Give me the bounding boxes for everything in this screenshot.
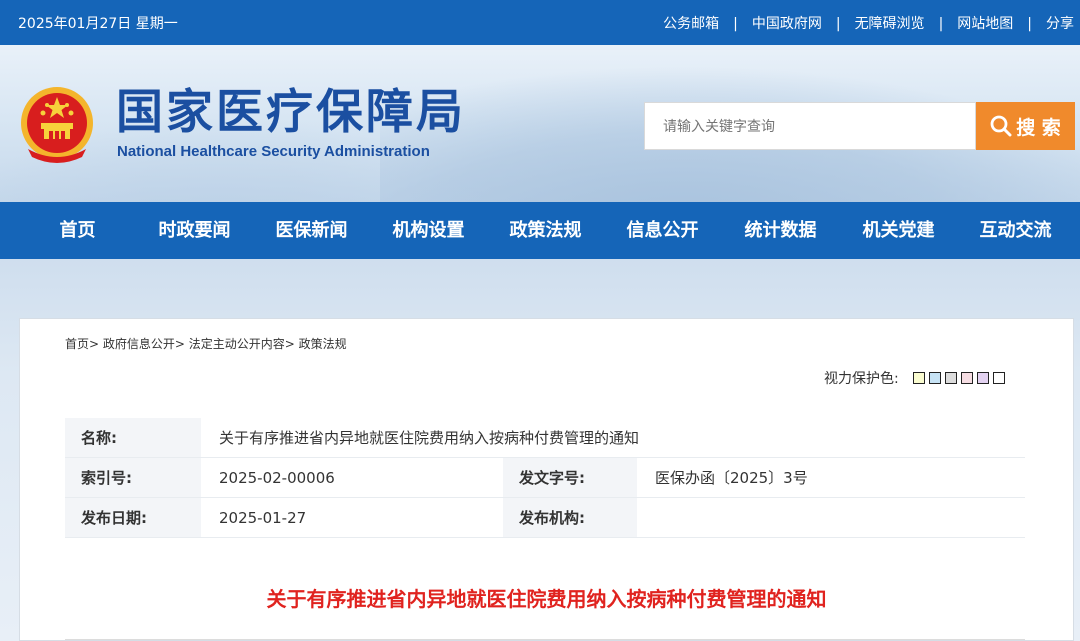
separator: | <box>1027 16 1032 32</box>
index-value: 2025-02-00006 <box>201 457 503 498</box>
search-icon <box>990 115 1012 137</box>
separator: | <box>938 16 944 32</box>
nav-policies[interactable]: 政策法规 <box>487 202 604 259</box>
link-official-email[interactable]: 公务邮箱 <box>663 16 719 32</box>
search-button[interactable]: 搜 索 <box>976 102 1075 150</box>
name-label: 名称: <box>65 418 201 458</box>
current-date: 2025年01月27日 星期一 <box>18 16 178 32</box>
swatch-gray[interactable] <box>944 372 957 384</box>
site-header: 国家医疗保障局 National Healthcare Security Adm… <box>0 45 1080 202</box>
search-button-label: 搜 索 <box>1016 116 1061 139</box>
swatch-white[interactable] <box>992 372 1005 384</box>
name-value: 关于有序推进省内异地就医住院费用纳入按病种付费管理的通知 <box>201 418 1025 458</box>
link-gov-cn[interactable]: 中国政府网 <box>752 16 822 32</box>
swatch-pink[interactable] <box>960 372 973 384</box>
color-swatches <box>912 372 1009 384</box>
nav-information-disclosure[interactable]: 信息公开 <box>604 202 721 259</box>
breadcrumb[interactable]: 首页> 政府信息公开> 法定主动公开内容> 政策法规 <box>65 335 347 352</box>
nav-healthcare-news[interactable]: 医保新闻 <box>253 202 370 259</box>
vision-protection-color: 视力保护色: <box>824 368 1009 388</box>
document-title: 关于有序推进省内异地就医住院费用纳入按病种付费管理的通知 <box>266 587 827 611</box>
vision-label: 视力保护色: <box>824 371 899 387</box>
document-info-table: 名称: 关于有序推进省内异地就医住院费用纳入按病种付费管理的通知 索引号: 20… <box>65 418 1025 538</box>
nav-home[interactable]: 首页 <box>19 202 136 259</box>
search-input[interactable] <box>645 103 965 151</box>
link-sitemap[interactable]: 网站地图 <box>957 16 1013 32</box>
site-logo-english[interactable]: National Healthcare Security Administrat… <box>117 143 430 160</box>
nav-statistics[interactable]: 统计数据 <box>722 202 839 259</box>
separator: | <box>733 16 738 32</box>
divider <box>65 639 1025 640</box>
search-box <box>644 102 976 151</box>
swatch-yellow[interactable] <box>912 372 925 384</box>
docno-value: 医保办函〔2025〕3号 <box>637 457 1025 498</box>
national-emblem-icon[interactable] <box>18 83 96 165</box>
swatch-blue[interactable] <box>928 372 941 384</box>
swatch-purple[interactable] <box>976 372 989 384</box>
date-label: 发布日期: <box>65 497 201 538</box>
link-accessibility[interactable]: 无障碍浏览 <box>855 16 925 32</box>
table-row: 名称: 关于有序推进省内异地就医住院费用纳入按病种付费管理的通知 <box>65 418 1025 458</box>
index-label: 索引号: <box>65 457 201 498</box>
table-row: 发布日期: 2025-01-27 发布机构: <box>65 497 1025 538</box>
docno-label: 发文字号: <box>503 457 637 498</box>
nav-organization[interactable]: 机构设置 <box>370 202 487 259</box>
org-label: 发布机构: <box>503 497 637 538</box>
top-bar: 2025年01月27日 星期一 公务邮箱 | 中国政府网 | 无障碍浏览 | 网站地图 | 分享 <box>0 0 1080 45</box>
nav-party-building[interactable]: 机关党建 <box>840 202 957 259</box>
table-row: 索引号: 2025-02-00006 发文字号: 医保办函〔2025〕3号 <box>65 457 1025 498</box>
top-links: 公务邮箱 | 中国政府网 | 无障碍浏览 | 网站地图 | 分享 <box>663 13 1074 33</box>
separator: | <box>835 16 841 32</box>
org-value <box>637 497 1025 538</box>
nav-current-affairs[interactable]: 时政要闻 <box>136 202 253 259</box>
site-logo-chinese[interactable]: 国家医疗保障局 <box>116 85 466 141</box>
main-nav: 首页 时政要闻 医保新闻 机构设置 政策法规 信息公开 统计数据 机关党建 互动… <box>0 202 1080 259</box>
date-value: 2025-01-27 <box>201 497 503 538</box>
link-share[interactable]: 分享 <box>1046 16 1074 32</box>
nav-interaction[interactable]: 互动交流 <box>957 202 1074 259</box>
article-panel: 首页> 政府信息公开> 法定主动公开内容> 政策法规 视力保护色: 名称: 关于… <box>19 318 1074 641</box>
